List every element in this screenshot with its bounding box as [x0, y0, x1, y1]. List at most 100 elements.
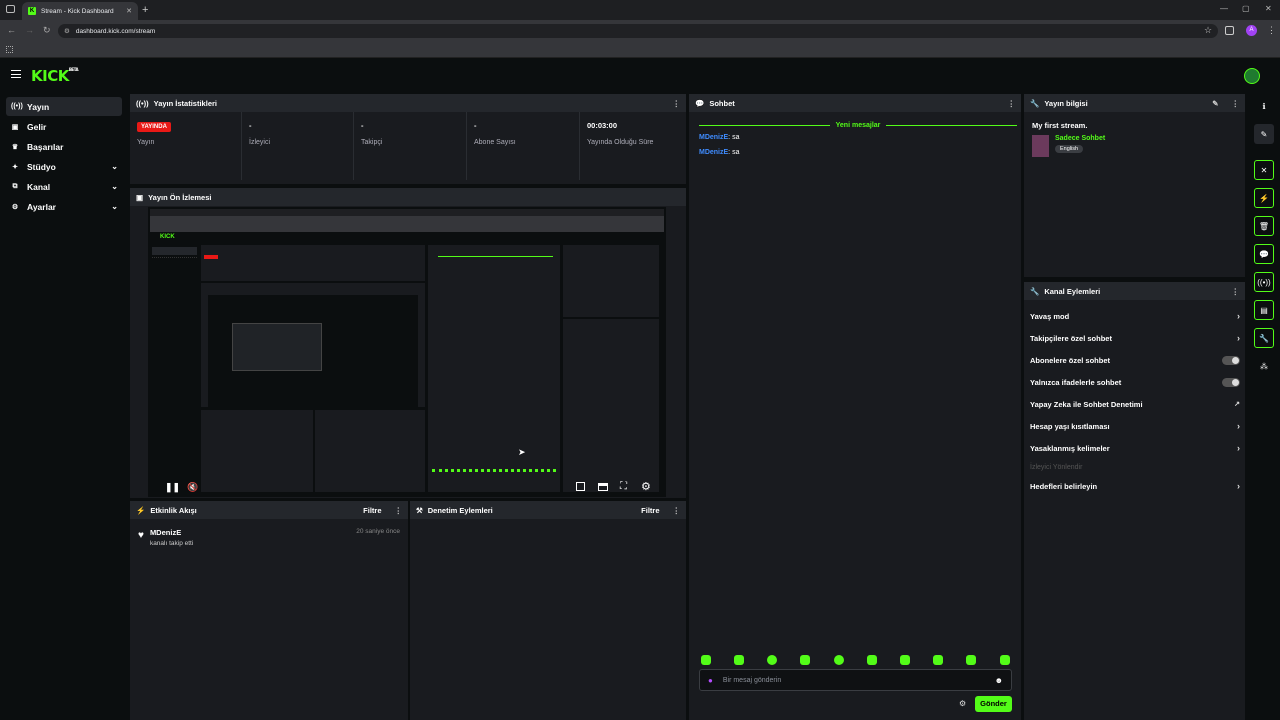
extensions-icon[interactable] [1225, 26, 1234, 35]
more-options-icon[interactable]: ⋮ [673, 506, 681, 515]
emote-7-icon[interactable] [900, 655, 910, 665]
emote-1-icon[interactable] [701, 655, 711, 665]
site-info-icon[interactable]: ⚙ [64, 27, 70, 35]
pencil-icon[interactable]: ✎ [1254, 124, 1274, 144]
action-set-goals[interactable]: Hedefleri belirleyin › [1030, 478, 1240, 494]
event-user[interactable]: MDenizE [150, 528, 350, 537]
bookmark-star-icon[interactable]: ☆ [1204, 25, 1212, 36]
close-window-icon[interactable]: ✕ [1265, 4, 1272, 13]
chat-panel: 💬 Sohbet ⋮ Yeni mesajlar MDenizE: sa MDe… [689, 94, 1021, 720]
external-link-icon: ↗ [1234, 401, 1240, 408]
theater-mode-button[interactable] [598, 483, 608, 491]
emote-9-icon[interactable] [966, 655, 976, 665]
live-badge: YAYINDA [137, 122, 171, 132]
studio-icon: ✦ [12, 163, 18, 171]
chat-settings-gear-icon[interactable]: ⚙ [959, 699, 966, 708]
tab-search-icon[interactable] [6, 5, 15, 13]
edit-pencil-icon[interactable]: ✎ [1212, 99, 1218, 108]
quick-action-chat-icon[interactable]: 💬 [1254, 244, 1274, 264]
sidebar-item-ayarlar[interactable]: ⚙ Ayarlar ⌄ [6, 197, 122, 216]
more-options-icon[interactable]: ⋮ [1232, 287, 1240, 296]
category-name[interactable]: Sadece Sohbet [1055, 135, 1105, 142]
quick-action-add-icon[interactable]: ⁂ [1254, 356, 1274, 376]
pause-button[interactable]: ❚❚ [165, 482, 180, 493]
sidebar-item-gelir[interactable]: ▣ Gelir [6, 117, 122, 136]
action-emotes-only: Yalnızca ifadelerle sohbet [1030, 374, 1240, 390]
quick-action-trash-icon[interactable]: 🗑 [1254, 216, 1274, 236]
reload-icon[interactable]: ↻ [43, 25, 51, 36]
quick-action-lightning-icon[interactable]: ⚡ [1254, 188, 1274, 208]
stat-value: - [474, 121, 477, 130]
microphone-icon[interactable]: ● [708, 676, 713, 685]
mirror-tabbar [150, 209, 664, 216]
emote-10-icon[interactable] [1000, 655, 1010, 665]
sidebar-item-yayin[interactable]: ((•)) Yayın [6, 97, 122, 116]
minimize-icon[interactable]: — [1220, 4, 1228, 13]
mirror-bookmarks [150, 226, 664, 232]
gavel-icon: ⚒ [416, 505, 423, 515]
emote-4-icon[interactable] [800, 655, 810, 665]
settings-gear-icon[interactable]: ⚙ [641, 480, 651, 493]
stream-stats-panel: ((•)) Yayın İstatistikleri ⋮ YAYINDA Yay… [130, 94, 686, 184]
forward-icon[interactable]: → [25, 25, 34, 35]
emote-5-icon[interactable] [834, 655, 844, 665]
close-tab-icon[interactable]: ✕ [126, 7, 132, 15]
emote-picker-icon[interactable]: ☻ [995, 676, 1003, 685]
mirror-channel-actions [563, 319, 659, 492]
maximize-icon[interactable]: ▢ [1242, 4, 1250, 13]
panel-title: Yayın bilgisi [1044, 98, 1088, 108]
quick-action-broadcast-icon[interactable]: ((•)) [1254, 272, 1274, 292]
more-options-icon[interactable]: ⋮ [1232, 99, 1240, 108]
address-bar[interactable]: ⚙ dashboard.kick.com/stream [58, 24, 1218, 38]
apps-grid-icon[interactable] [6, 46, 13, 53]
chevron-right-icon: › [1237, 421, 1240, 431]
kick-logo[interactable]: KICKBETA [31, 67, 79, 85]
picture-in-picture-button[interactable] [576, 482, 585, 491]
sidebar-item-studyo[interactable]: ✦ Stüdyo ⌄ [6, 157, 122, 176]
browser-menu-icon[interactable]: ⋮ [1267, 25, 1276, 36]
quick-action-1-icon[interactable]: ✕ [1254, 160, 1274, 180]
chat-text: sa [732, 134, 740, 141]
quick-action-wrench-icon[interactable]: 🔧 [1254, 328, 1274, 348]
emote-8-icon[interactable] [933, 655, 943, 665]
hamburger-menu-icon[interactable] [11, 70, 21, 78]
stream-preview-video[interactable]: KICK ➤ ❚❚ 🔇 ⛶ ⚙ [148, 207, 666, 497]
dashboard-header [0, 58, 1280, 94]
sidebar-item-label: Gelir [27, 121, 47, 132]
fullscreen-button[interactable]: ⛶ [620, 481, 627, 492]
mute-button[interactable]: 🔇 [187, 482, 198, 493]
action-banned-words[interactable]: Yasaklanmış kelimeler › [1030, 440, 1240, 456]
user-avatar[interactable] [1244, 68, 1260, 84]
sidebar-item-kanal[interactable]: ⧉ Kanal ⌄ [6, 177, 122, 196]
action-slow-mode[interactable]: Yavaş mod › [1030, 308, 1240, 324]
action-account-age[interactable]: Hesap yaşı kısıtlaması › [1030, 418, 1240, 434]
quick-action-layout-icon[interactable]: ▤ [1254, 300, 1274, 320]
event-text: kanalı takip etti [149, 540, 194, 547]
send-button[interactable]: Gönder [975, 696, 1012, 712]
category-thumbnail[interactable] [1032, 135, 1049, 157]
action-ai-moderation[interactable]: Yapay Zeka ile Sohbet Denetimi ↗ [1030, 396, 1240, 412]
action-followers-only[interactable]: Takipçilere özel sohbet › [1030, 330, 1240, 346]
mirror-live-badge [204, 255, 218, 259]
profile-avatar-icon[interactable]: A [1246, 25, 1257, 36]
chat-input[interactable]: ● Bir mesaj gönderin ☻ [699, 669, 1012, 691]
emote-6-icon[interactable] [867, 655, 877, 665]
back-icon[interactable]: ← [7, 25, 16, 35]
chat-username[interactable]: MDenizE [699, 134, 728, 141]
emote-3-icon[interactable] [767, 655, 777, 665]
emotes-only-toggle[interactable] [1222, 377, 1240, 387]
new-tab-button[interactable]: + [142, 4, 148, 16]
chat-username[interactable]: MDenizE [699, 149, 728, 156]
more-options-icon[interactable]: ⋮ [1008, 99, 1016, 108]
browser-tab[interactable]: K Stream - Kick Dashboard ✕ [22, 2, 138, 20]
filter-button[interactable]: Filtre [641, 506, 659, 515]
subscribers-only-toggle[interactable] [1222, 355, 1240, 365]
more-options-icon[interactable]: ⋮ [395, 506, 403, 515]
sidebar-item-basarilar[interactable]: ♛ Başarılar [6, 137, 122, 156]
more-options-icon[interactable]: ⋮ [673, 99, 681, 108]
preview-icon: ▣ [136, 192, 144, 202]
emote-2-icon[interactable] [734, 655, 744, 665]
filter-button[interactable]: Filtre [363, 506, 381, 515]
heart-icon: ♥ [138, 530, 144, 541]
info-icon[interactable]: ℹ [1254, 96, 1274, 116]
